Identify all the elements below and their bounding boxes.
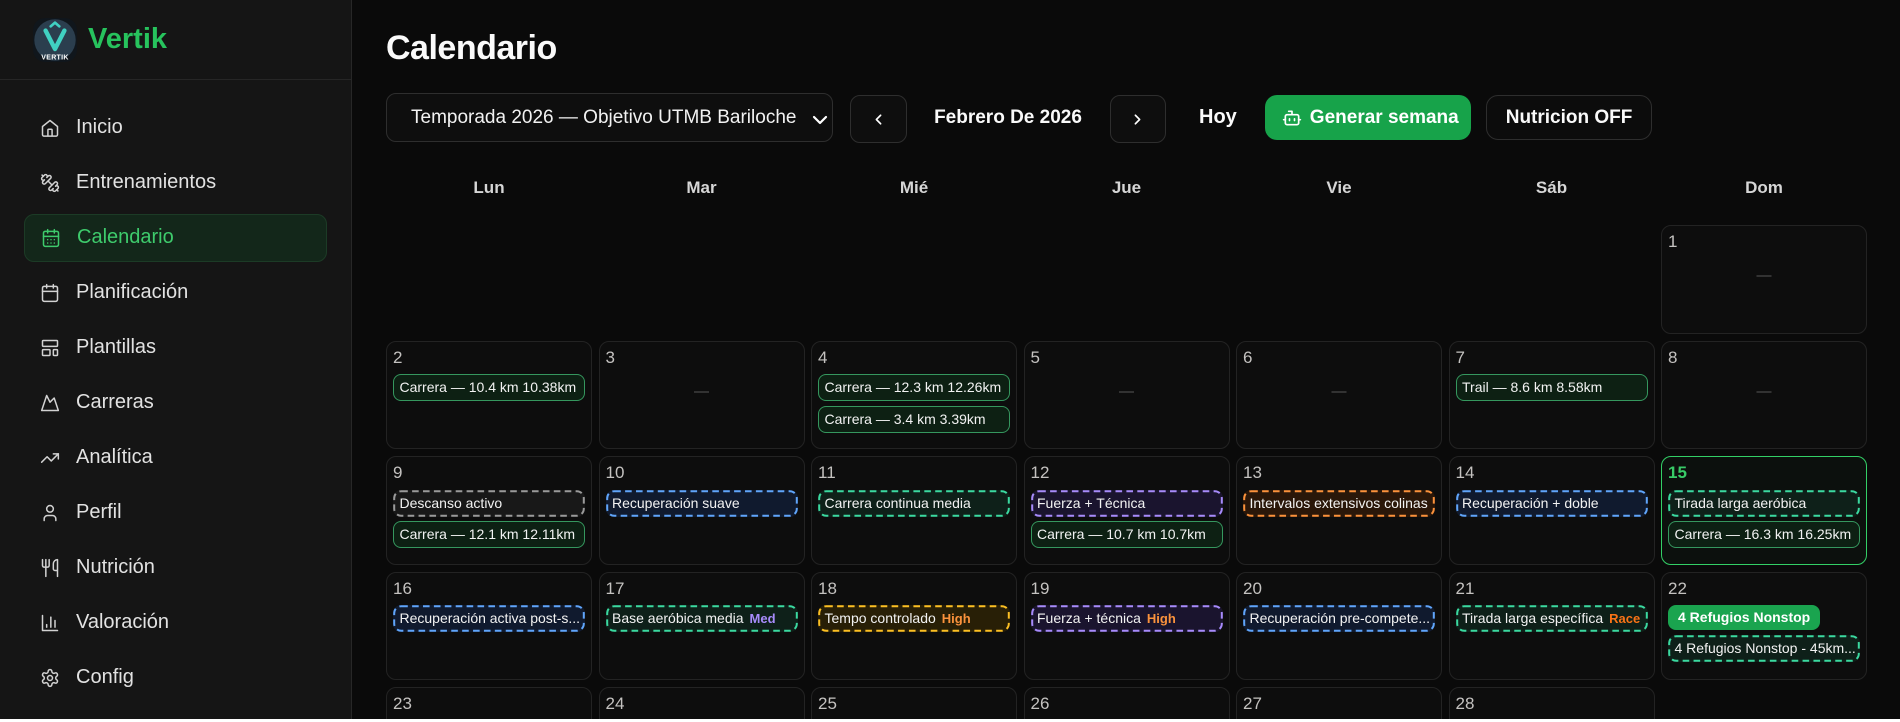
svg-text:VERTIK: VERTIK — [41, 54, 68, 61]
